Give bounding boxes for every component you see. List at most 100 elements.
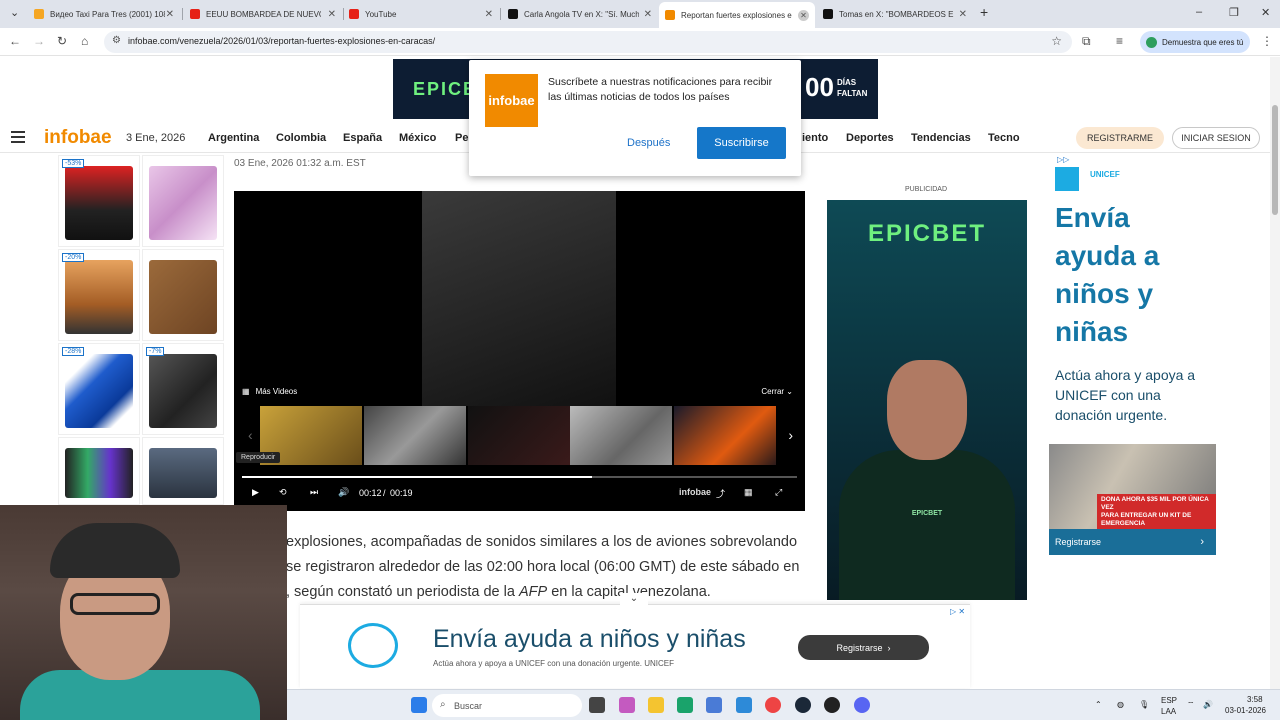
subscribe-button[interactable]: Suscribirse bbox=[697, 127, 786, 159]
more-videos-toggle[interactable]: ▦ Más Videos bbox=[242, 387, 297, 396]
close-icon[interactable]: ✕ bbox=[959, 9, 967, 20]
play-icon[interactable]: ▶ bbox=[252, 487, 259, 498]
network-icon[interactable]: ◍ bbox=[1117, 700, 1124, 709]
maximize-icon[interactable]: ❐ bbox=[1229, 6, 1239, 19]
hamburger-menu-icon[interactable] bbox=[11, 131, 29, 145]
infobae-favicon-icon bbox=[665, 10, 675, 20]
product-usb-drive[interactable]: -28% bbox=[58, 343, 140, 435]
menu-kebab-icon[interactable]: ⋮ bbox=[1261, 34, 1273, 48]
nav-argentina[interactable]: Argentina bbox=[208, 132, 259, 144]
obs-icon[interactable] bbox=[824, 697, 840, 713]
outlook-icon[interactable] bbox=[736, 697, 752, 713]
nav-entretenimiento[interactable]: iento bbox=[802, 132, 828, 144]
nav-espana[interactable]: España bbox=[343, 132, 382, 144]
close-more-videos[interactable]: Cerrar ⌄ bbox=[761, 387, 793, 396]
copilot-icon[interactable] bbox=[619, 697, 635, 713]
media-icon[interactable]: ≡ bbox=[1116, 34, 1123, 48]
bookmark-star-icon[interactable]: ☆ bbox=[1051, 34, 1062, 48]
video-progress-bar[interactable] bbox=[242, 476, 797, 478]
nav-colombia[interactable]: Colombia bbox=[276, 132, 326, 144]
new-tab-icon[interactable]: + bbox=[980, 4, 988, 20]
video-thumbnail[interactable] bbox=[468, 406, 570, 465]
epicbet-side-ad[interactable]: EPICBET EPICBET bbox=[827, 200, 1027, 600]
next-icon[interactable]: ⏭ bbox=[310, 487, 318, 498]
thumbs-prev-icon[interactable]: ‹ bbox=[248, 427, 253, 443]
volume-icon[interactable]: 🔊 bbox=[1203, 700, 1213, 709]
tab-youtube[interactable]: YouTube ✕ bbox=[343, 3, 499, 25]
product-rgb-pad[interactable] bbox=[58, 437, 140, 505]
minimize-icon[interactable]: – bbox=[1196, 6, 1202, 18]
keyboard-lang[interactable]: ESP bbox=[1161, 696, 1177, 705]
tab-search-icon[interactable]: ⌄ bbox=[10, 6, 19, 19]
tab-infobae-active[interactable]: Reportan fuertes explosiones e ✕ bbox=[659, 2, 815, 28]
close-icon[interactable]: ✕ bbox=[644, 9, 652, 20]
clock-date[interactable]: 03-01-2026 bbox=[1225, 706, 1266, 715]
edge-icon[interactable] bbox=[677, 697, 693, 713]
mic-icon[interactable]: 🎙 bbox=[1139, 700, 1149, 709]
product-projector-screen[interactable]: -20% bbox=[58, 249, 140, 341]
reload-icon[interactable]: ↻ bbox=[57, 34, 67, 48]
page-scrollbar[interactable] bbox=[1270, 57, 1280, 689]
nav-tendencias[interactable]: Tendencias bbox=[911, 132, 971, 144]
thumbs-next-icon[interactable]: › bbox=[788, 427, 793, 443]
task-view-icon[interactable] bbox=[589, 697, 605, 713]
url-text[interactable]: infobae.com/venezuela/2026/01/03/reporta… bbox=[128, 36, 435, 46]
login-button[interactable]: INICIAR SESION bbox=[1172, 127, 1260, 149]
nav-peru[interactable]: Pe bbox=[455, 132, 468, 144]
later-button[interactable]: Después bbox=[627, 137, 670, 149]
extensions-icon[interactable]: ⧉ bbox=[1082, 34, 1091, 49]
product-tablet[interactable]: -7% bbox=[142, 343, 224, 435]
product-ad-panel[interactable]: ⓘ ⋮ -53% -20% -28% -7% bbox=[58, 155, 225, 505]
nav-deportes[interactable]: Deportes bbox=[846, 132, 894, 144]
video-player[interactable]: ▦ Más Videos Cerrar ⌄ ‹ › Reproducir ▶ ⟲… bbox=[234, 191, 805, 511]
product-leather-bag[interactable] bbox=[142, 249, 224, 341]
chrome-icon[interactable] bbox=[765, 697, 781, 713]
tab-eeuu[interactable]: EEUU BOMBARDEA DE NUEVO ✕ bbox=[184, 3, 342, 25]
bottom-banner-ad[interactable]: ⌄ ▷ ✕ Envía ayuda a niños y niñas Actúa … bbox=[300, 593, 970, 688]
bottom-ad-register-button[interactable]: Registrarse › bbox=[798, 635, 929, 660]
tab-carla-angola[interactable]: Carla Angola TV en X: "Sí. Mucho ✕ bbox=[502, 3, 658, 25]
volume-icon[interactable]: 🔊 bbox=[338, 487, 349, 498]
file-explorer-icon[interactable] bbox=[648, 697, 664, 713]
site-info-icon[interactable]: ⚙ bbox=[112, 35, 121, 46]
close-icon[interactable]: ✕ bbox=[328, 9, 336, 20]
close-icon[interactable]: ✕ bbox=[485, 9, 493, 20]
tray-chevron-icon[interactable]: ⌃ bbox=[1095, 700, 1102, 709]
nav-mexico[interactable]: México bbox=[399, 132, 436, 144]
tab-tomas[interactable]: Tomas en X: "BOMBARDEOS EN ✕ bbox=[817, 3, 973, 25]
collapse-chevron-icon[interactable]: ⌄ bbox=[620, 593, 648, 607]
video-thumbnail[interactable] bbox=[570, 406, 672, 465]
address-bar[interactable]: ⚙ infobae.com/venezuela/2026/01/03/repor… bbox=[104, 31, 1072, 53]
share-icon[interactable]: ⤴ bbox=[716, 487, 725, 500]
taskbar-search[interactable]: ⌕ Buscar bbox=[432, 694, 582, 717]
unicef-register-button[interactable]: Registrarse › bbox=[1049, 529, 1216, 555]
site-logo[interactable]: infobae bbox=[44, 127, 112, 149]
clock-time[interactable]: 3:58 bbox=[1247, 695, 1263, 704]
store-icon[interactable] bbox=[706, 697, 722, 713]
window-close-icon[interactable]: ✕ bbox=[1261, 6, 1270, 19]
steam-icon[interactable] bbox=[795, 697, 811, 713]
discord-icon[interactable] bbox=[854, 697, 870, 713]
product-laptop[interactable] bbox=[142, 437, 224, 505]
video-thumbnail[interactable] bbox=[674, 406, 776, 465]
nav-tecno[interactable]: Tecno bbox=[988, 132, 1020, 144]
back-icon[interactable]: ← bbox=[9, 34, 21, 48]
unicef-ad[interactable]: ▷▷ UNICEF Envía ayuda a niños y niñas Ac… bbox=[1049, 155, 1216, 555]
windows-start-icon[interactable] bbox=[411, 697, 427, 713]
replay-10-icon[interactable]: ⟲ bbox=[279, 487, 287, 498]
fullscreen-icon[interactable]: ⤢ bbox=[775, 487, 782, 498]
forward-icon[interactable]: → bbox=[33, 34, 45, 48]
home-icon[interactable]: ⌂ bbox=[81, 34, 88, 48]
video-thumbnail[interactable] bbox=[364, 406, 466, 465]
tab-taxi[interactable]: Видео Taxi Para Tres (2001) 108 ✕ bbox=[28, 3, 180, 25]
adchoices-icon[interactable]: ▷ ✕ bbox=[950, 607, 965, 616]
close-icon[interactable]: ✕ bbox=[166, 9, 174, 20]
register-button[interactable]: REGISTRARME bbox=[1076, 127, 1164, 149]
product-gaming-chair[interactable]: -53% bbox=[58, 155, 140, 247]
product-bag[interactable] bbox=[142, 155, 224, 247]
adchoices-icon[interactable]: ▷▷ bbox=[1057, 155, 1069, 164]
profile-chip[interactable]: Demuestra que eres tú bbox=[1140, 31, 1250, 53]
grid-view-icon[interactable]: ▦ bbox=[744, 487, 753, 498]
wifi-icon[interactable]: ⌔ bbox=[1187, 700, 1195, 710]
close-icon[interactable]: ✕ bbox=[798, 9, 809, 21]
